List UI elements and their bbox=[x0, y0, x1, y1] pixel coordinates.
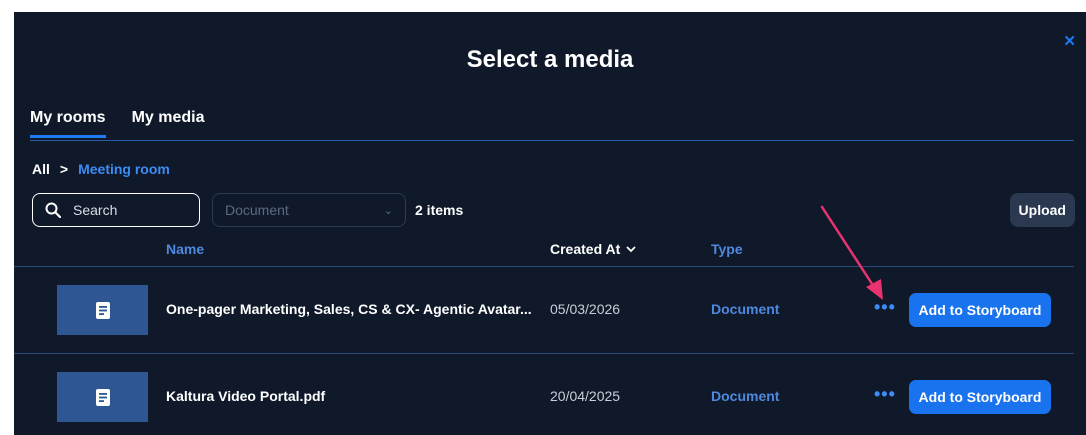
document-thumbnail bbox=[57, 285, 148, 335]
media-created-at: 05/03/2026 bbox=[550, 301, 621, 317]
table-row[interactable]: One-pager Marketing, Sales, CS & CX- Age… bbox=[14, 285, 1074, 343]
document-icon bbox=[95, 301, 110, 319]
chevron-down-icon: ⌄ bbox=[383, 204, 393, 217]
breadcrumb-separator: > bbox=[59, 161, 69, 177]
breadcrumb-all[interactable]: All bbox=[32, 161, 50, 177]
media-created-at: 20/04/2025 bbox=[550, 388, 621, 404]
column-header-type[interactable]: Type bbox=[711, 241, 743, 257]
column-header-name[interactable]: Name bbox=[166, 241, 204, 257]
sort-chevron-icon bbox=[626, 246, 636, 253]
table-divider bbox=[14, 353, 1074, 354]
media-type: Document bbox=[711, 388, 780, 404]
tab-my-media[interactable]: My media bbox=[132, 109, 205, 138]
item-count: 2 items bbox=[415, 202, 464, 218]
tab-bar: My rooms My media bbox=[30, 109, 205, 138]
tab-my-rooms[interactable]: My rooms bbox=[30, 109, 106, 138]
tab-divider bbox=[30, 140, 1074, 141]
add-to-storyboard-button[interactable]: Add to Storyboard bbox=[909, 380, 1051, 414]
column-header-created-at-label: Created At bbox=[550, 241, 621, 257]
media-name: One-pager Marketing, Sales, CS & CX- Age… bbox=[166, 301, 532, 317]
media-name: Kaltura Video Portal.pdf bbox=[166, 388, 326, 404]
breadcrumb: All > Meeting room bbox=[32, 161, 170, 177]
type-filter-select[interactable]: Document ⌄ bbox=[212, 193, 406, 227]
search-input[interactable] bbox=[71, 201, 185, 219]
more-options-icon[interactable]: ••• bbox=[874, 297, 896, 318]
media-dialog: ✕ Select a media My rooms My media All >… bbox=[14, 12, 1086, 435]
add-to-storyboard-button[interactable]: Add to Storyboard bbox=[909, 293, 1051, 327]
table-divider bbox=[14, 266, 1074, 267]
document-icon bbox=[95, 388, 110, 406]
dialog-title: Select a media bbox=[466, 46, 634, 73]
column-header-created-at[interactable]: Created At bbox=[550, 241, 636, 257]
search-box[interactable] bbox=[32, 193, 200, 227]
breadcrumb-meeting-room[interactable]: Meeting room bbox=[78, 161, 170, 177]
search-icon bbox=[45, 202, 61, 218]
type-filter-value: Document bbox=[225, 202, 289, 218]
media-type: Document bbox=[711, 301, 780, 317]
table-row[interactable]: Kaltura Video Portal.pdf 20/04/2025 Docu… bbox=[14, 372, 1074, 430]
document-thumbnail bbox=[57, 372, 148, 422]
upload-button[interactable]: Upload bbox=[1009, 193, 1075, 227]
more-options-icon[interactable]: ••• bbox=[874, 384, 896, 405]
